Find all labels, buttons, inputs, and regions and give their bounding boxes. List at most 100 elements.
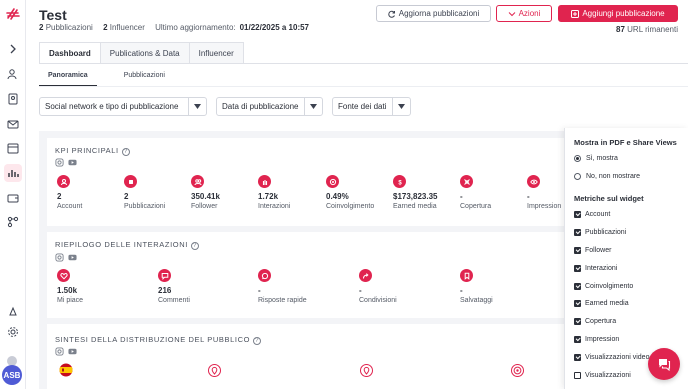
kpi-value: 350.41k xyxy=(191,192,220,201)
left-sidebar: ASB xyxy=(0,0,26,389)
influencers-label: Influencer xyxy=(109,23,145,32)
subtab-publications[interactable]: Pubblicazioni xyxy=(115,70,174,87)
filter-data-source[interactable]: Fonte dei dati xyxy=(332,97,411,116)
checkbox-checked-icon xyxy=(574,229,581,236)
kpi-reach: - Copertura xyxy=(460,175,530,210)
kpi-engagement: 0.49% Coinvolgimento xyxy=(326,175,396,210)
share-icon xyxy=(359,269,372,282)
actions-label: Azioni xyxy=(518,9,541,18)
interaction-value: 1.50k xyxy=(57,286,78,295)
reply-icon xyxy=(258,269,271,282)
checkbox-followers[interactable]: Follower xyxy=(574,247,611,254)
interactions-section-title: RIEPILOGO DELLE INTERAZIONI? xyxy=(55,240,199,250)
checkbox-interactions[interactable]: Interazioni xyxy=(574,265,617,272)
target-icon xyxy=(511,364,524,377)
interaction-label: Commenti xyxy=(158,297,190,304)
help-icon[interactable]: ? xyxy=(190,242,199,250)
interaction-value: 216 xyxy=(158,286,172,295)
kpi-label: Pubblicazioni xyxy=(124,203,166,210)
checkbox-engagement[interactable]: Coinvolgimento xyxy=(574,283,633,290)
urls-label: URL rimanenti xyxy=(627,25,678,34)
checkbox-views[interactable]: Visualizzazioni xyxy=(574,372,631,379)
kpi-value: 2 xyxy=(124,192,129,201)
updated-label: Ultimo aggiornamento: xyxy=(155,23,236,32)
user-avatar[interactable]: ASB xyxy=(2,365,22,385)
checkbox-impressions[interactable]: Impression xyxy=(574,336,619,343)
kpi-publications: 2 Pubblicazioni xyxy=(124,175,194,210)
instagram-icon xyxy=(55,347,64,356)
refresh-icon xyxy=(388,10,395,18)
plus-icon xyxy=(571,9,580,18)
refresh-label: Aggiorna pubblicazioni xyxy=(398,9,480,18)
page-title: Test xyxy=(39,7,67,23)
kpi-label: Coinvolgimento xyxy=(326,203,375,210)
calendar-icon[interactable] xyxy=(4,139,22,157)
checkbox-account[interactable]: Account xyxy=(574,211,610,218)
help-icon[interactable]: ? xyxy=(121,148,130,156)
checkbox-publications[interactable]: Pubblicazioni xyxy=(574,229,626,236)
radio-show-yes[interactable]: Sì, mostra xyxy=(574,155,618,162)
filter-network-type[interactable]: Social network e tipo di pubblicazione xyxy=(39,97,207,116)
kpi-account: 2 Account xyxy=(57,175,127,210)
eye-icon xyxy=(527,175,540,188)
tab-influencer[interactable]: Influencer xyxy=(188,42,244,64)
user-search-icon[interactable] xyxy=(4,65,22,83)
checkbox-checked-icon xyxy=(574,318,581,325)
interaction-saves: - Salvataggi xyxy=(460,269,530,304)
checkbox-checked-icon xyxy=(574,247,581,254)
chat-support-button[interactable] xyxy=(648,348,680,380)
analytics-icon[interactable] xyxy=(4,164,22,182)
radio-show-no[interactable]: No, non mostrare xyxy=(574,173,640,180)
help-icon[interactable]: ? xyxy=(253,337,262,345)
kpi-followers: 350.41k Follower xyxy=(191,175,261,210)
kpi-value: 1.72k xyxy=(258,192,279,201)
wallet-icon[interactable] xyxy=(4,189,22,207)
checkbox-earned-media[interactable]: Earned media xyxy=(574,300,629,307)
actions-button[interactable]: Azioni xyxy=(496,5,552,22)
checkbox-reach[interactable]: Copertura xyxy=(574,318,616,325)
checkbox-video-views[interactable]: Visualizzazioni video xyxy=(574,354,649,361)
add-publication-button[interactable]: Aggiungi pubblicazione xyxy=(558,5,678,22)
checkbox-label: Copertura xyxy=(585,318,617,325)
dollar-icon: $ xyxy=(393,175,406,188)
hand-icon xyxy=(258,175,271,188)
checkbox-checked-icon xyxy=(574,211,581,218)
brand-logo-icon[interactable] xyxy=(5,6,21,22)
kpi-value: $173,823.35 xyxy=(393,192,438,201)
filter-network-label: Social network e tipo di pubblicazione xyxy=(45,102,179,111)
checkbox-label: Visualizzazioni xyxy=(585,372,631,379)
kpi-title-text: KPI PRINCIPALI xyxy=(55,146,119,155)
subtab-overview[interactable]: Panoramica xyxy=(39,70,97,87)
interaction-label: Mi piace xyxy=(57,297,84,304)
refresh-publications-button[interactable]: Aggiorna pubblicazioni xyxy=(376,5,491,22)
audience-section-title: SINTESI DELLA DISTRIBUZIONE DEL PUBBLICO… xyxy=(55,335,262,345)
interaction-likes: 1.50k Mi piace xyxy=(57,269,127,304)
checkbox-checked-icon xyxy=(574,300,581,307)
bookmark-icon xyxy=(460,269,473,282)
instagram-icon xyxy=(55,253,64,262)
settings-gear-icon[interactable] xyxy=(4,323,22,341)
heart-icon xyxy=(57,269,70,282)
kpi-label: Account xyxy=(57,203,83,210)
kpi-earned-media: $ $173,823.35 Earned media xyxy=(393,175,463,210)
chevron-down-icon xyxy=(304,98,322,115)
target-icon xyxy=(326,175,339,188)
kpi-label: Interazioni xyxy=(258,203,291,210)
youtube-icon xyxy=(68,348,77,355)
tab-dashboard[interactable]: Dashboard xyxy=(39,42,101,64)
influencers-count: 2 xyxy=(103,23,108,32)
workflow-icon[interactable] xyxy=(4,213,22,231)
mail-icon[interactable] xyxy=(4,115,22,133)
filter-publication-date[interactable]: Data di pubblicazione xyxy=(216,97,323,116)
user-icon xyxy=(57,175,70,188)
rocket-icon[interactable] xyxy=(4,303,22,321)
radio-yes-label: Sì, mostra xyxy=(586,155,618,162)
checkbox-empty-icon xyxy=(574,372,581,379)
publications-label: Pubblicazioni xyxy=(45,23,93,32)
expand-chevron-icon[interactable] xyxy=(4,40,22,58)
publications-count: 2 xyxy=(39,23,44,32)
checkbox-label: Pubblicazioni xyxy=(585,229,627,236)
contacts-icon[interactable] xyxy=(4,90,22,108)
kpi-value: 0.49% xyxy=(326,192,349,201)
tab-publications-data[interactable]: Publications & Data xyxy=(99,42,190,64)
